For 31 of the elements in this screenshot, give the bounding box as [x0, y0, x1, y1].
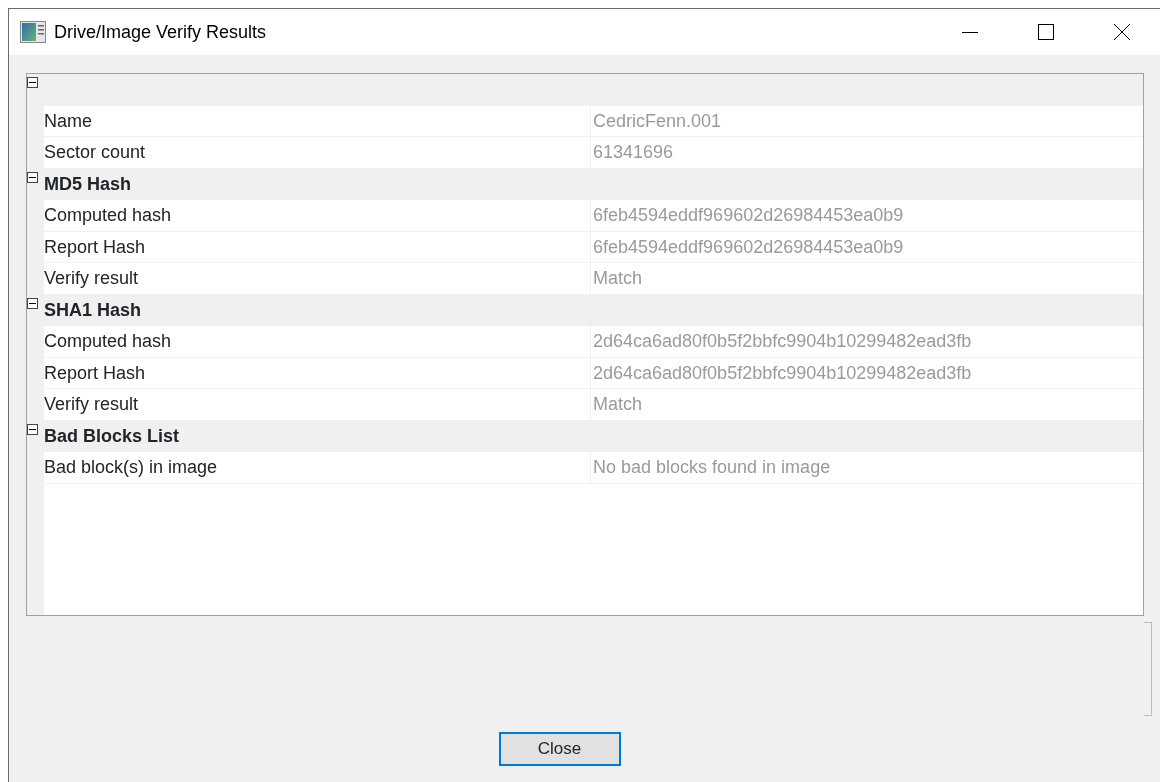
- collapse-icon[interactable]: [27, 297, 38, 309]
- maximize-icon[interactable]: [1038, 24, 1054, 40]
- property-label: Name: [44, 110, 92, 131]
- property-value: 2d64ca6ad80f0b5f2bbfc9904b10299482ead3fb: [593, 362, 972, 383]
- property-label: Report Hash: [44, 236, 146, 257]
- property-value: CedricFenn.001: [593, 110, 722, 131]
- property-label: Computed hash: [44, 331, 172, 351]
- property-label: Verify result: [44, 394, 139, 414]
- property-label: Bad block(s) in image: [44, 457, 218, 477]
- property-label: Computed hash: [44, 205, 172, 225]
- property-value: 6feb4594eddf969602d26984453ea0b9: [593, 236, 904, 257]
- property-value: Match: [593, 394, 643, 414]
- group-header: SHA1 Hash: [44, 299, 142, 320]
- group-header: MD5 Hash: [44, 173, 132, 194]
- property-value: 61341696: [593, 142, 674, 162]
- property-label: Verify result: [44, 268, 139, 288]
- property-value: 2d64ca6ad80f0b5f2bbfc9904b10299482ead3fb: [593, 331, 972, 351]
- window-title: Drive/Image Verify Results: [54, 20, 267, 44]
- group-header: Bad Blocks List: [44, 425, 180, 446]
- close-icon[interactable]: [1114, 24, 1130, 40]
- minimize-icon[interactable]: [962, 31, 978, 33]
- property-value: No bad blocks found in image: [593, 457, 831, 477]
- close-dialog-button[interactable]: Close: [498, 732, 621, 766]
- property-label: Sector count: [44, 142, 146, 162]
- collapse-icon[interactable]: [27, 423, 38, 435]
- app-icon: [20, 21, 46, 43]
- collapse-icon[interactable]: [27, 77, 38, 88]
- collapse-icon[interactable]: [27, 171, 38, 183]
- property-value: Match: [593, 268, 643, 288]
- property-value: 6feb4594eddf969602d26984453ea0b9: [593, 205, 904, 225]
- property-label: Report Hash: [44, 362, 146, 383]
